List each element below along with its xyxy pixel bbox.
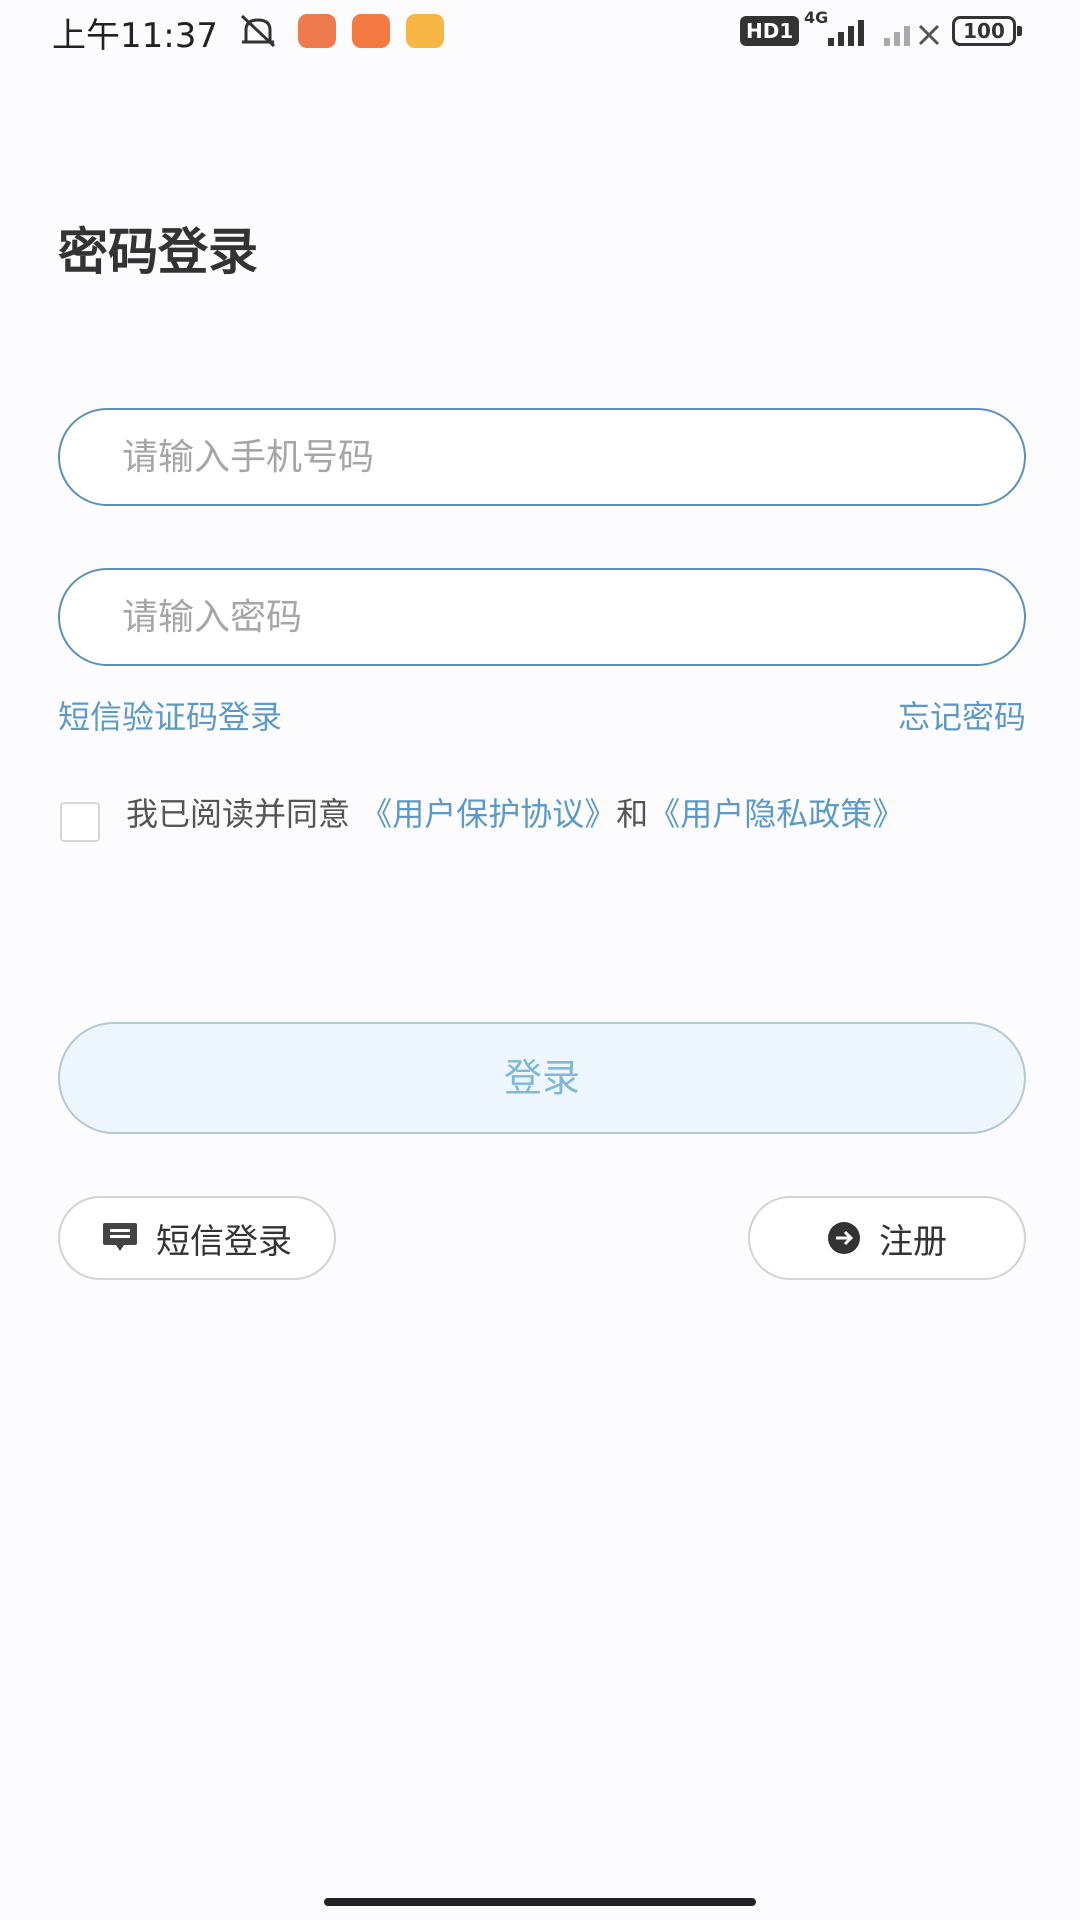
forgot-password-link[interactable]: 忘记密码 [898,692,1026,738]
register-button[interactable]: 注册 [748,1196,1026,1280]
agreement-connector: 和 [616,795,649,833]
no-signal-icon [884,24,940,46]
arrow-right-circle-icon [828,1222,860,1254]
login-screen: 上午11:37 HD1 4G 100 密码登录 请输入手机号码 短信验证码登录 … [0,0,1080,1920]
mute-icon [240,14,276,48]
agreement-prefix: 我已阅读并同意 [126,795,351,833]
privacy-policy-link[interactable]: 《用户隐私政策》 [648,795,904,833]
login-button[interactable]: 登录 [58,1022,1026,1134]
status-bar: 上午11:37 HD1 4G 100 [0,0,1080,64]
app-notification-icon [298,14,336,48]
message-icon [103,1223,137,1251]
battery-icon: 100 [952,16,1022,46]
status-time: 上午11:37 [52,16,218,56]
shopping-app-icon [352,14,390,48]
message-app-icon [406,14,444,48]
page-title: 密码登录 [58,223,258,281]
register-label: 注册 [879,1221,947,1262]
sms-login-button[interactable]: 短信登录 [58,1196,336,1280]
sms-code-login-link[interactable]: 短信验证码登录 [58,692,282,738]
phone-input[interactable] [122,436,1024,478]
user-protocol-link[interactable]: 《用户保护协议》 [360,795,616,833]
password-input[interactable] [122,596,1024,638]
home-indicator[interactable] [324,1898,756,1906]
password-field[interactable] [58,568,1026,666]
sms-login-label: 短信登录 [156,1221,292,1262]
hd-badge: HD1 [740,16,800,46]
signal-icon [828,20,864,46]
phone-field[interactable] [58,408,1026,506]
agreement-text: 我已阅读并同意 《用户保护协议》和《用户隐私政策》 [126,796,1006,832]
agreement-checkbox[interactable] [60,802,100,842]
